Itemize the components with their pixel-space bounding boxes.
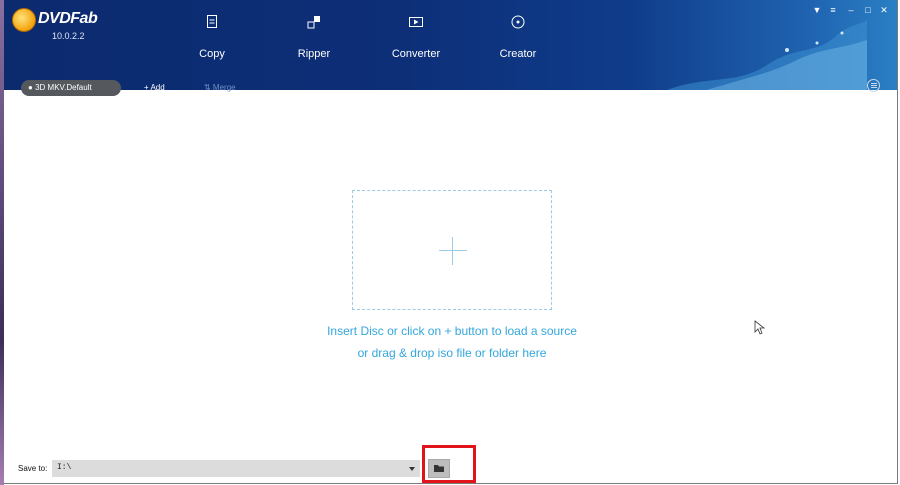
minimize-icon[interactable]: – bbox=[844, 5, 858, 15]
save-to-label: Save to: bbox=[18, 464, 48, 473]
creator-icon bbox=[511, 15, 525, 29]
task-list-icon[interactable] bbox=[867, 79, 880, 92]
tab-copy[interactable]: Copy bbox=[172, 14, 252, 60]
close-icon[interactable]: ✕ bbox=[877, 5, 891, 16]
profile-icon: ● bbox=[28, 83, 33, 92]
ripper-icon bbox=[307, 16, 320, 29]
dropdown-icon[interactable]: ▼ bbox=[810, 5, 824, 15]
profile-label: 3D MKV.Default bbox=[35, 83, 92, 92]
converter-icon bbox=[409, 17, 423, 27]
tab-converter[interactable]: Converter bbox=[376, 14, 456, 60]
water-splash-graphic bbox=[667, 20, 867, 90]
tab-ripper[interactable]: Ripper bbox=[274, 14, 354, 60]
add-source-dropzone[interactable] bbox=[352, 190, 552, 310]
save-path-value: I:\ bbox=[57, 463, 72, 472]
tab-creator[interactable]: Creator bbox=[478, 14, 558, 60]
logo-text: DVDFab bbox=[38, 10, 98, 27]
tab-creator-label: Creator bbox=[499, 48, 537, 60]
dropzone-hint-line1: Insert Disc or click on + button to load… bbox=[327, 324, 577, 338]
save-path-select[interactable]: I:\ bbox=[52, 460, 420, 477]
settings-icon[interactable]: ≡ bbox=[826, 5, 840, 15]
tab-ripper-label: Ripper bbox=[297, 48, 331, 60]
highlight-annotation bbox=[422, 445, 476, 483]
dvdfab-mascot-icon bbox=[12, 8, 36, 32]
dropzone-hint-line2: or drag & drop iso file or folder here bbox=[357, 346, 547, 360]
version-label: 10.0.2.2 bbox=[52, 31, 85, 41]
tab-converter-label: Converter bbox=[391, 48, 441, 60]
copy-icon bbox=[207, 15, 217, 28]
profile-selector[interactable]: ● 3D MKV.Default bbox=[21, 80, 121, 96]
header-bar: DVDFab 10.0.2.2 Copy Ripper Converter Cr… bbox=[4, 0, 897, 90]
chevron-down-icon[interactable] bbox=[409, 467, 415, 471]
add-button[interactable]: + Add bbox=[144, 83, 165, 92]
merge-button[interactable]: ⇅ Merge bbox=[204, 83, 236, 92]
tab-copy-label: Copy bbox=[199, 48, 225, 60]
mouse-cursor-icon bbox=[754, 320, 766, 335]
app-window: DVDFab 10.0.2.2 Copy Ripper Converter Cr… bbox=[4, 0, 898, 484]
maximize-icon[interactable]: □ bbox=[861, 5, 875, 15]
plus-icon[interactable] bbox=[439, 250, 467, 251]
